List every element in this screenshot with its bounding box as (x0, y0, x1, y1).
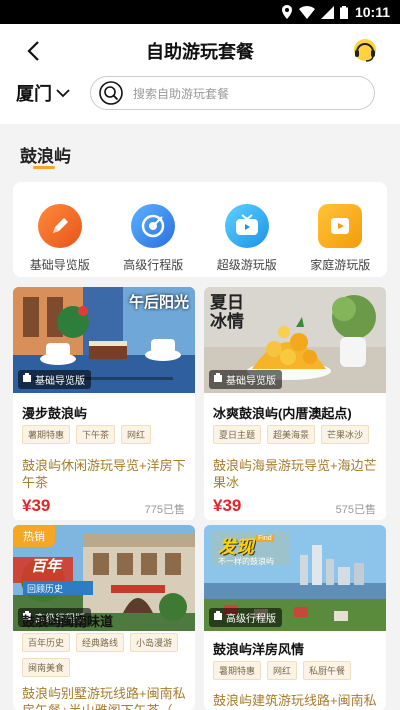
type-badge-label: 基础导览版 (226, 376, 276, 387)
type-badge: 基础导览版 (18, 370, 91, 389)
package-price: ¥39 (213, 496, 242, 515)
package-price: ¥39 (22, 496, 51, 515)
package-description: 鼓浪屿休闲游玩导览+洋房下午茶 (22, 458, 186, 490)
package-name: 漫步鼓浪屿 (22, 406, 88, 421)
pencil-icon (37, 204, 82, 248)
sold-count: 775已售 (144, 504, 185, 516)
package-card[interactable]: 夏日冰情 基础导览版 冰爽鼓浪屿(内厝澳起点) 夏日主题 超美海景 芒果冰沙 鼓… (204, 287, 386, 520)
page-title: 自助游玩套餐 (146, 42, 254, 62)
tv-icon (224, 204, 269, 248)
tag-list: 百年历史 经典路线 小岛漫游 闽南美食 (22, 633, 189, 677)
image-subcaption: 回顾历史 (27, 584, 64, 594)
tag: 小岛漫游 (130, 633, 179, 652)
category-label: 高级行程版 (123, 258, 184, 272)
tag: 夏日主题 (213, 425, 262, 444)
package-card[interactable]: 发现 Find 不一样的鼓浪屿 高级行程版 鼓浪屿洋房风情 暑期特惠 网红 私厨… (204, 525, 386, 710)
tag: 薯期特惠 (22, 425, 71, 444)
folder-icon (318, 204, 363, 248)
city-name: 厦门 (16, 84, 52, 104)
customer-service-button[interactable] (350, 35, 380, 65)
section-title: 鼓浪屿 (20, 147, 71, 166)
package-description: 鼓浪屿建筑游玩线路+闽南私 (213, 693, 377, 708)
type-badge-label: 高级行程版 (226, 614, 276, 625)
tag: 网红 (121, 425, 152, 444)
image-caption: 午后阳光 (128, 293, 189, 311)
tag: 百年历史 (22, 633, 71, 652)
package-image: 夏日冰情 基础导览版 (204, 287, 386, 393)
battery-icon (340, 5, 348, 24)
category-label: 基础导览版 (29, 258, 90, 272)
tag-list: 夏日主题 超美海景 芒果冰沙 (213, 425, 380, 444)
category-basic[interactable]: 基础导览版 (13, 182, 107, 277)
image-small-caption: Find (256, 535, 274, 542)
headset-icon (354, 39, 376, 62)
package-card[interactable]: 午后阳光 基础导览版 漫步鼓浪屿 薯期特惠 下午茶 网红 鼓浪屿休闲游玩导览+洋… (13, 287, 195, 520)
package-icon (213, 373, 223, 386)
type-badge: 基础导览版 (209, 370, 282, 389)
package-image: 发现 Find 不一样的鼓浪屿 高级行程版 (204, 525, 386, 631)
type-badge: 高级行程版 (209, 608, 282, 627)
city-selector[interactable]: 厦门 (16, 80, 70, 106)
package-image: 午后阳光 基础导览版 (13, 287, 195, 393)
tag: 网红 (267, 661, 298, 680)
category-advanced[interactable]: 高级行程版 (107, 182, 201, 277)
status-icons (281, 5, 348, 24)
header: 自助游玩套餐 厦门 搜索自助游玩套餐 (0, 24, 400, 124)
category-family[interactable]: 家庭游玩版 (294, 182, 388, 277)
category-super[interactable]: 超级游玩版 (200, 182, 294, 277)
section-underline (33, 166, 55, 169)
category-label: 家庭游玩版 (310, 258, 371, 272)
sold-count: 575已售 (335, 504, 376, 516)
wifi-icon (299, 5, 315, 24)
signal-icon (321, 5, 334, 24)
location-icon (281, 5, 293, 24)
package-description: 鼓浪屿海景游玩导览+海边芒果冰 (213, 458, 377, 490)
image-caption: 百年 (31, 558, 62, 575)
tag: 闽南美食 (22, 658, 71, 677)
hot-badge: 热销 (13, 525, 55, 547)
package-description: 鼓浪屿别墅游玩线路+闽南私房午餐+半山雅阁下午茶（ (22, 686, 186, 710)
category-bar: 基础导览版 高级行程版 超级游玩版 家庭游玩版 (13, 182, 387, 277)
tag-list: 暑期特惠 网红 私厨午餐 (213, 661, 380, 680)
target-icon (131, 204, 176, 248)
package-name: 鼓浪屿洋房风情 (213, 642, 305, 657)
tag-list: 薯期特惠 下午茶 网红 (22, 425, 189, 444)
tag: 下午茶 (76, 425, 116, 444)
tag: 私厨午餐 (303, 661, 352, 680)
tag: 超美海景 (267, 425, 316, 444)
package-card[interactable]: 热销 百年 回顾历史 高级行程版 鼓浪屿闽南味道 百年历史 经典路线 小岛漫游 … (13, 525, 195, 710)
package-name: 鼓浪屿闽南味道 (22, 614, 114, 629)
search-placeholder: 搜索自助游玩套餐 (133, 86, 230, 101)
search-icon (99, 81, 123, 105)
tag: 经典路线 (76, 633, 125, 652)
search-input[interactable]: 搜索自助游玩套餐 (90, 76, 375, 110)
tag: 暑期特惠 (213, 661, 262, 680)
status-time: 10:11 (354, 4, 390, 20)
type-badge-label: 基础导览版 (35, 376, 85, 387)
package-icon (22, 373, 32, 386)
status-bar: 10:11 (0, 0, 400, 24)
image-subcaption: 不一样的鼓浪屿 (218, 557, 274, 566)
package-name: 冰爽鼓浪屿(内厝澳起点) (213, 406, 352, 421)
chevron-down-icon (56, 89, 70, 98)
package-icon (213, 611, 223, 624)
image-caption: 夏日冰情 (210, 293, 244, 331)
category-label: 超级游玩版 (216, 258, 277, 272)
tag: 芒果冰沙 (321, 425, 370, 444)
